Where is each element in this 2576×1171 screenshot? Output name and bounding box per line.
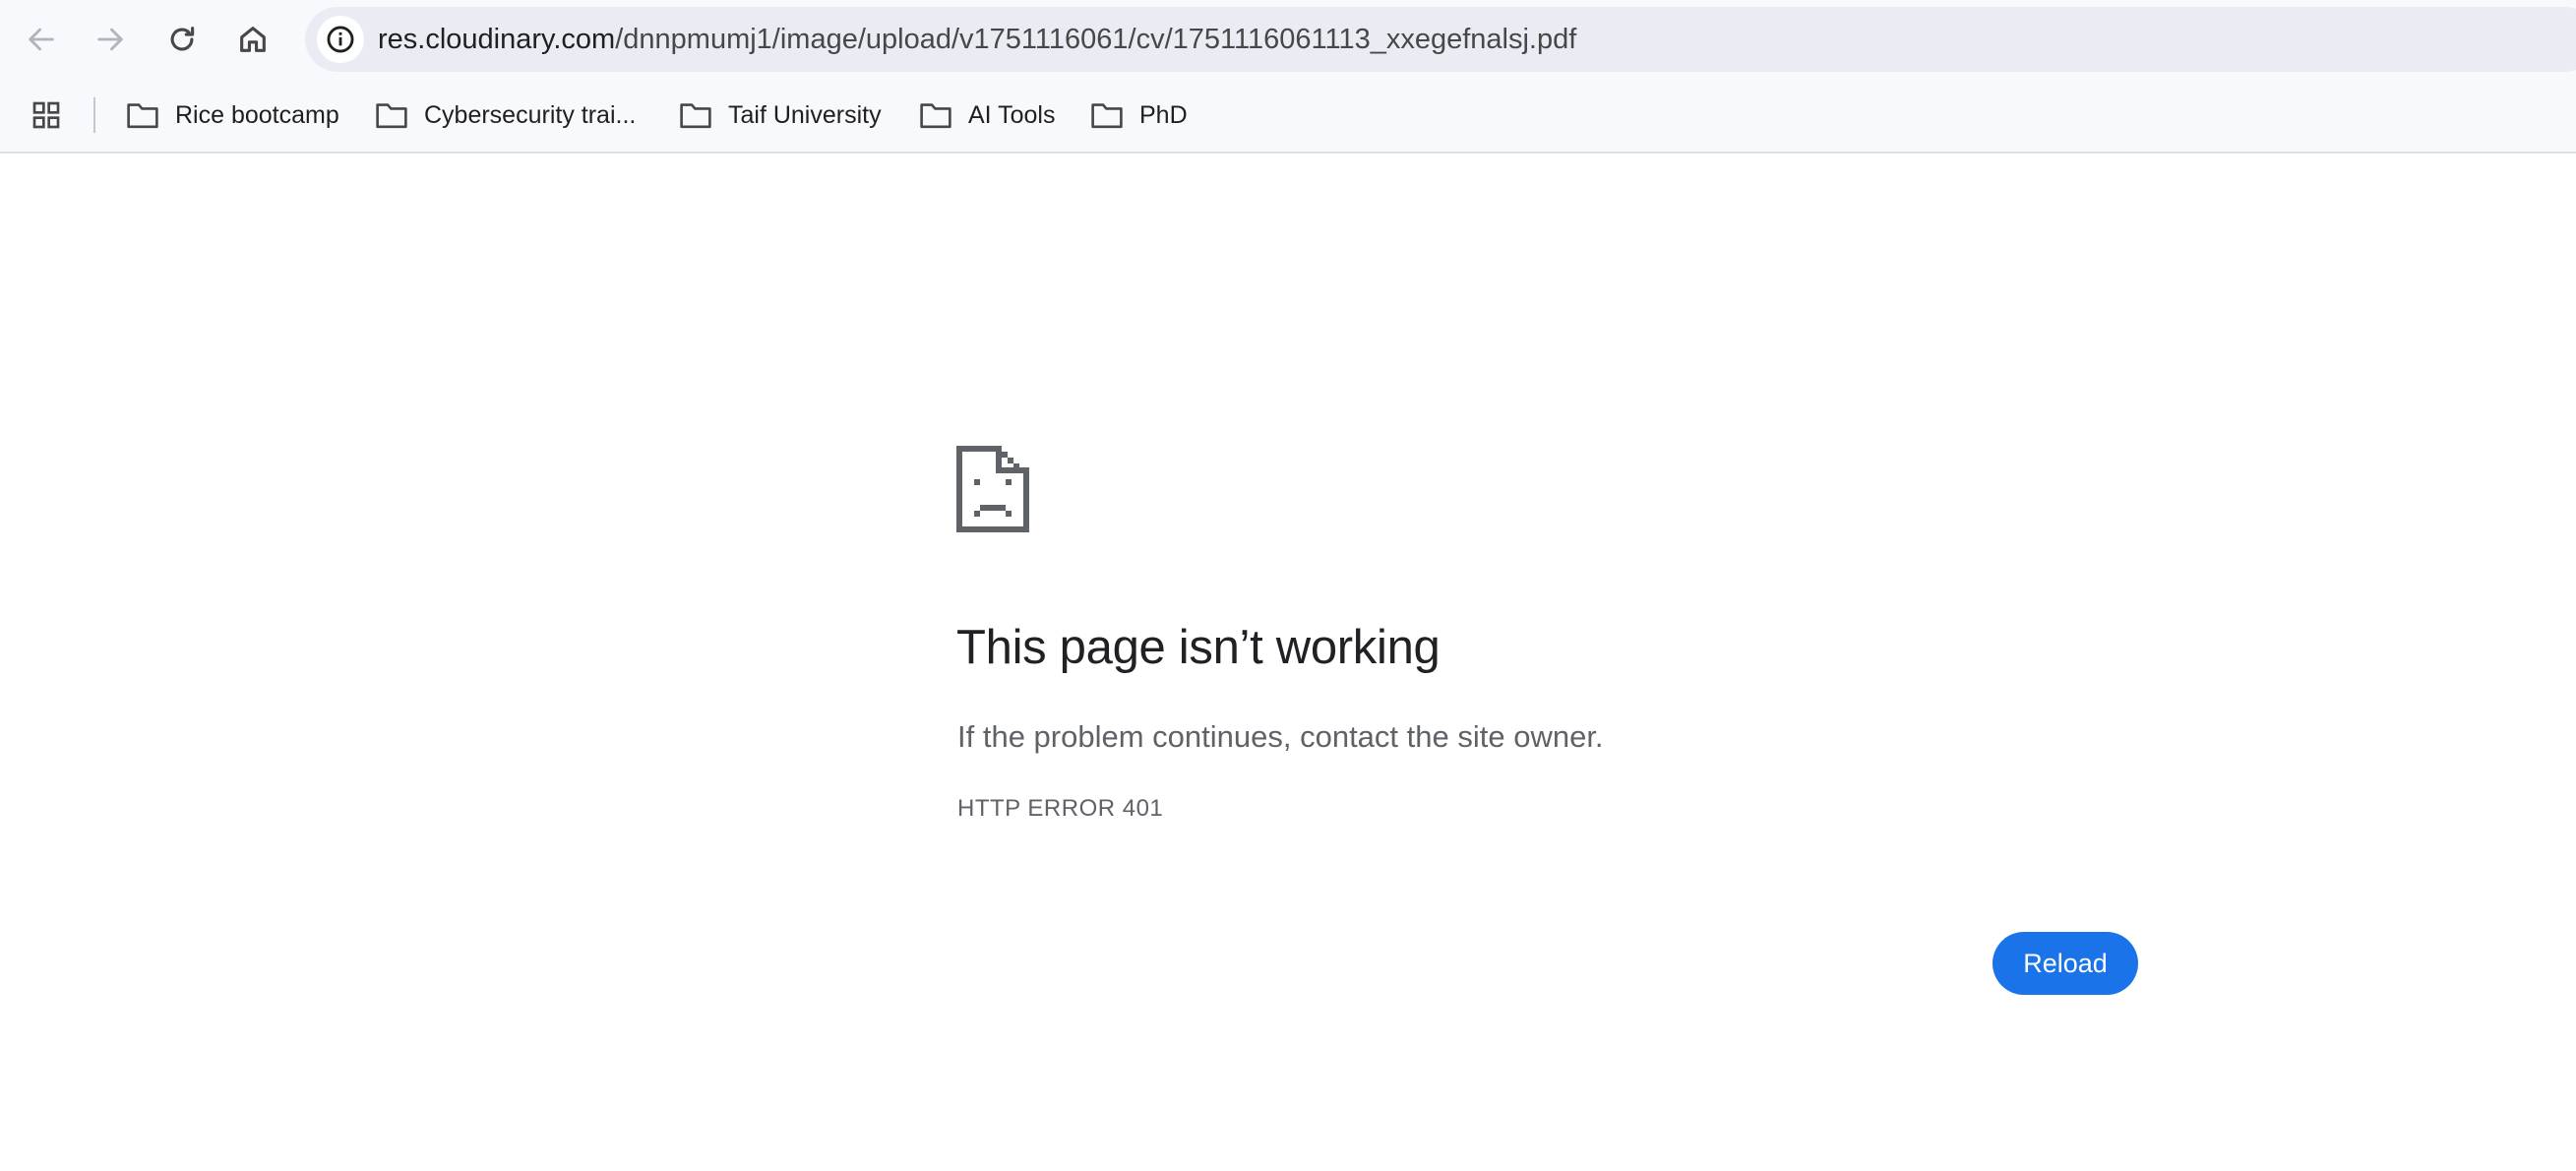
url-path: /dnnpmumj1/image/upload/v1751116061/cv/1… [615, 24, 1577, 55]
bookmark-phd[interactable]: PhD [1090, 91, 1188, 140]
apps-grid-icon [32, 101, 60, 129]
url-host: res.cloudinary.com [378, 24, 616, 55]
sad-document-icon [956, 446, 1029, 532]
bookmark-label: AI Tools [968, 100, 1056, 129]
reload-icon [170, 27, 195, 51]
folder-icon [376, 103, 407, 129]
bookmark-ai-tools[interactable]: AI Tools [919, 91, 1055, 140]
bookmark-taif-university[interactable]: Taif University [679, 91, 882, 140]
folder-icon [920, 103, 951, 129]
reload-button[interactable]: Reload [1993, 932, 2138, 995]
back-button[interactable] [10, 8, 73, 71]
apps-button[interactable] [28, 96, 65, 134]
info-icon [327, 26, 354, 53]
browser-toolbar: res.cloudinary.com/dnnpmumj1/image/uploa… [0, 0, 2576, 79]
error-title: This page isn’t working [956, 621, 1441, 674]
folder-icon [127, 103, 158, 129]
bookmark-label: Cybersecurity trai... [424, 100, 637, 129]
reload-toolbar-button[interactable] [151, 8, 214, 71]
bookmark-cybersecurity[interactable]: Cybersecurity trai... [375, 91, 636, 140]
bookmark-label: Taif University [728, 100, 882, 129]
folder-icon [1091, 103, 1123, 129]
site-info-button[interactable] [317, 16, 364, 63]
arrow-left-icon [29, 28, 54, 51]
error-description: If the problem continues, contact the si… [957, 719, 1604, 754]
error-code: HTTP ERROR 401 [957, 795, 1164, 822]
bookmark-rice-bootcamp[interactable]: Rice bootcamp [126, 91, 339, 140]
bookmark-label: Rice bootcamp [175, 100, 339, 129]
home-icon [240, 27, 266, 52]
address-bar[interactable]: res.cloudinary.com/dnnpmumj1/image/uploa… [305, 7, 2576, 72]
home-button[interactable] [221, 8, 284, 71]
bookmarks-bar: Rice bootcamp Cybersecurity trai... Taif… [0, 79, 2576, 154]
arrow-right-icon [97, 28, 123, 51]
folder-icon [680, 103, 711, 129]
bookmarks-separator [93, 97, 95, 133]
bookmark-label: PhD [1139, 100, 1188, 129]
url-text[interactable]: res.cloudinary.com/dnnpmumj1/image/uploa… [378, 7, 1576, 72]
forward-button[interactable] [79, 8, 142, 71]
